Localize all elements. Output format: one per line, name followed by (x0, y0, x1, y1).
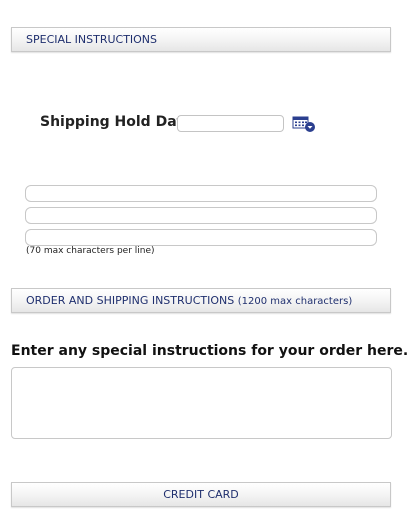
order-shipping-header-note: (1200 max characters) (237, 296, 353, 307)
order-shipping-instructions-header-label: ORDER AND SHIPPING INSTRUCTIONS (1200 ma… (26, 289, 352, 313)
order-instructions-textarea[interactable] (11, 367, 392, 439)
order-instructions-prompt: Enter any special instructions for your … (11, 343, 409, 359)
order-shipping-instructions-header[interactable]: ORDER AND SHIPPING INSTRUCTIONS (1200 ma… (11, 288, 391, 313)
order-shipping-header-title: ORDER AND SHIPPING INSTRUCTIONS (26, 294, 235, 307)
special-instruction-line-1[interactable] (25, 185, 377, 202)
special-instructions-header-label: SPECIAL INSTRUCTIONS (26, 33, 158, 46)
calendar-dropdown-icon[interactable] (292, 115, 316, 133)
special-instructions-header[interactable]: SPECIAL INSTRUCTIONS (11, 27, 391, 52)
line-character-limit-hint: (70 max characters per line) (26, 246, 155, 256)
shipping-hold-date-input[interactable] (177, 115, 284, 132)
shipping-hold-date-label: Shipping Hold Date (40, 114, 193, 130)
special-instruction-line-3[interactable] (25, 229, 377, 246)
credit-card-header[interactable]: CREDIT CARD (11, 482, 391, 507)
credit-card-header-label: CREDIT CARD (163, 488, 239, 501)
special-instruction-line-2[interactable] (25, 207, 377, 224)
